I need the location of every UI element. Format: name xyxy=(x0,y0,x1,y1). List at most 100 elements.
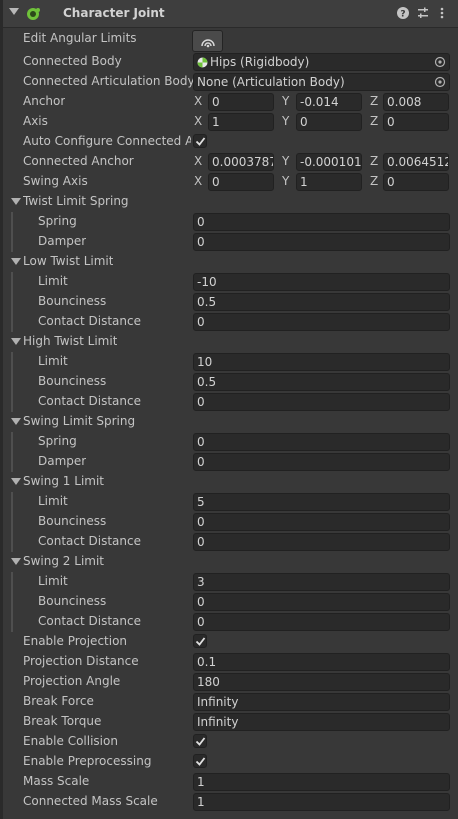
y-axis-label[interactable]: Y xyxy=(282,154,289,168)
foldout-arrow-icon[interactable] xyxy=(11,338,21,345)
high-twist-limit-field[interactable]: 10 xyxy=(193,353,450,371)
mass-scale-field[interactable]: 1 xyxy=(193,773,450,791)
high-twist-contact-field[interactable]: 0 xyxy=(193,393,450,411)
swing-damper-row: Damper 0 xyxy=(0,452,458,472)
axis-x-field[interactable]: 1 xyxy=(208,113,274,131)
swing-damper-field[interactable]: 0 xyxy=(193,453,450,471)
low-twist-limit-field[interactable]: -10 xyxy=(193,273,450,291)
edit-angular-limits-label: Edit Angular Limits xyxy=(23,31,137,45)
connected-mass-scale-row: Connected Mass Scale 1 xyxy=(0,792,458,812)
high-twist-bounciness-label: Bounciness xyxy=(38,374,107,388)
enable-preprocessing-checkbox[interactable] xyxy=(193,754,207,768)
swing-damper-label: Damper xyxy=(38,454,87,468)
foldout-arrow-icon[interactable] xyxy=(11,418,21,425)
swing1-limit-foldout[interactable]: Swing 1 Limit xyxy=(0,472,458,492)
y-axis-label[interactable]: Y xyxy=(282,94,289,108)
twist-limit-spring-title: Twist Limit Spring xyxy=(23,194,129,208)
swing1-limit-field[interactable]: 5 xyxy=(193,493,450,511)
connected-anchor-y-field[interactable]: -0.000101 xyxy=(296,153,362,171)
swing-spring-field[interactable]: 0 xyxy=(193,433,450,451)
connected-anchor-x-field[interactable]: 0.0003787 xyxy=(208,153,274,171)
rigidbody-icon xyxy=(197,57,208,68)
enable-preprocessing-label: Enable Preprocessing xyxy=(23,754,152,768)
connected-body-row: Connected Body Hips (Rigidbody) xyxy=(0,52,458,72)
enable-collision-checkbox[interactable] xyxy=(193,734,207,748)
x-axis-label[interactable]: X xyxy=(194,114,202,128)
anchor-y-field[interactable]: -0.014 xyxy=(296,93,362,111)
swing1-limit-label: Limit xyxy=(38,494,68,508)
character-joint-icon xyxy=(27,8,40,20)
enable-projection-label: Enable Projection xyxy=(23,634,128,648)
swing2-limit-foldout[interactable]: Swing 2 Limit xyxy=(0,552,458,572)
projection-distance-label: Projection Distance xyxy=(23,654,139,668)
z-axis-label[interactable]: Z xyxy=(370,154,378,168)
edit-angular-limits-button[interactable] xyxy=(192,30,223,52)
swing1-contact-row: Contact Distance 0 xyxy=(0,532,458,552)
break-force-field[interactable]: Infinity xyxy=(193,693,450,711)
swing2-contact-field[interactable]: 0 xyxy=(193,613,450,631)
twist-spring-field[interactable]: 0 xyxy=(193,213,450,231)
swing1-bounciness-field[interactable]: 0 xyxy=(193,513,450,531)
z-axis-label[interactable]: Z xyxy=(370,174,378,188)
help-icon[interactable]: ? xyxy=(396,6,410,20)
enable-projection-checkbox[interactable] xyxy=(193,634,207,648)
component-foldout-arrow[interactable] xyxy=(9,8,19,15)
swing2-limit-field[interactable]: 3 xyxy=(193,573,450,591)
x-axis-label[interactable]: X xyxy=(194,154,202,168)
projection-distance-field[interactable]: 0.1 xyxy=(193,653,450,671)
swing-axis-y-field[interactable]: 1 xyxy=(296,173,362,191)
edit-angular-limits-icon xyxy=(201,39,215,48)
y-axis-label[interactable]: Y xyxy=(282,174,289,188)
break-torque-field[interactable]: Infinity xyxy=(193,713,450,731)
z-axis-label[interactable]: Z xyxy=(370,94,378,108)
object-picker-icon[interactable] xyxy=(434,56,446,68)
connected-mass-scale-field[interactable]: 1 xyxy=(193,793,450,811)
y-axis-label[interactable]: Y xyxy=(282,114,289,128)
z-axis-label[interactable]: Z xyxy=(370,114,378,128)
foldout-arrow-icon[interactable] xyxy=(11,198,21,205)
twist-damper-label: Damper xyxy=(38,234,87,248)
auto-configure-checkbox[interactable] xyxy=(193,134,207,148)
anchor-label: Anchor xyxy=(23,94,66,108)
foldout-arrow-icon[interactable] xyxy=(11,558,21,565)
swing2-bounciness-field[interactable]: 0 xyxy=(193,593,450,611)
axis-z-field[interactable]: 0 xyxy=(383,113,449,131)
low-twist-contact-field[interactable]: 0 xyxy=(193,313,450,331)
projection-angle-field[interactable]: 180 xyxy=(193,673,450,691)
twist-limit-spring-foldout[interactable]: Twist Limit Spring xyxy=(0,192,458,212)
anchor-z-field[interactable]: 0.008 xyxy=(383,93,449,111)
swing1-contact-field[interactable]: 0 xyxy=(193,533,450,551)
connected-body-field[interactable]: Hips (Rigidbody) xyxy=(193,53,450,71)
low-twist-contact-row: Contact Distance 0 xyxy=(0,312,458,332)
low-twist-bounciness-field[interactable]: 0.5 xyxy=(193,293,450,311)
kebab-menu-icon[interactable] xyxy=(435,6,449,20)
axis-label: Axis xyxy=(23,114,48,128)
high-twist-limit-foldout[interactable]: High Twist Limit xyxy=(0,332,458,352)
axis-y-field[interactable]: 0 xyxy=(296,113,362,131)
anchor-x-field[interactable]: 0 xyxy=(208,93,274,111)
high-twist-limit-title: High Twist Limit xyxy=(23,334,118,348)
low-twist-limit-foldout[interactable]: Low Twist Limit xyxy=(0,252,458,272)
x-axis-label[interactable]: X xyxy=(194,94,202,108)
axis-row: Axis X 1 Y 0 Z 0 xyxy=(0,112,458,132)
connected-articulation-body-field[interactable]: None (Articulation Body) xyxy=(193,73,450,91)
swing-limit-spring-foldout[interactable]: Swing Limit Spring xyxy=(0,412,458,432)
foldout-arrow-icon[interactable] xyxy=(11,258,21,265)
swing1-bounciness-label: Bounciness xyxy=(38,514,107,528)
component-header[interactable]: Character Joint ? xyxy=(3,0,458,28)
high-twist-contact-label: Contact Distance xyxy=(38,394,141,408)
high-twist-bounciness-field[interactable]: 0.5 xyxy=(193,373,450,391)
low-twist-bounciness-label: Bounciness xyxy=(38,294,107,308)
connected-anchor-label: Connected Anchor xyxy=(23,154,134,168)
twist-damper-field[interactable]: 0 xyxy=(193,233,450,251)
object-picker-icon[interactable] xyxy=(434,76,446,88)
high-twist-limit-row: Limit 10 xyxy=(0,352,458,372)
foldout-arrow-icon[interactable] xyxy=(11,478,21,485)
connected-articulation-body-row: Connected Articulation Body None (Articu… xyxy=(0,72,458,92)
swing-axis-z-field[interactable]: 0 xyxy=(383,173,449,191)
presets-icon[interactable] xyxy=(416,6,430,20)
connected-anchor-z-field[interactable]: 0.0064512 xyxy=(383,153,449,171)
swing-axis-x-field[interactable]: 0 xyxy=(208,173,274,191)
x-axis-label[interactable]: X xyxy=(194,174,202,188)
auto-configure-label: Auto Configure Connected Anchor xyxy=(23,134,191,148)
